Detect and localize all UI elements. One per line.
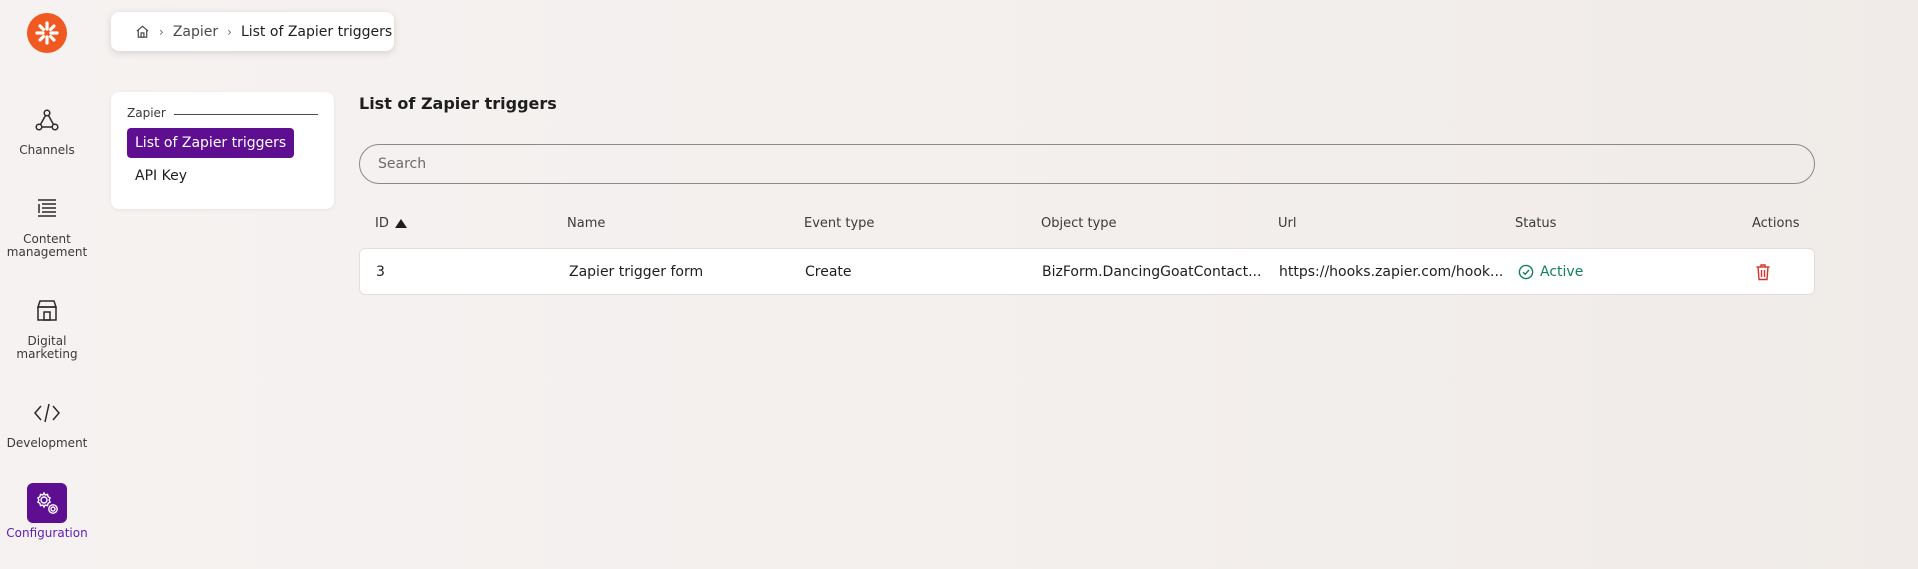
channels-icon (27, 100, 67, 140)
menu-item-zapier-triggers[interactable]: List of Zapier triggers (127, 128, 295, 158)
menu-group-label: Zapier (127, 106, 166, 120)
nav-item-label: Configuration (6, 526, 88, 540)
column-label: Status (1515, 216, 1557, 231)
breadcrumb-item[interactable]: Zapier (173, 24, 218, 40)
chevron-right-icon: › (227, 24, 232, 39)
column-label: Actions (1752, 216, 1800, 231)
main-nav-rail: Channels Content management Digital mark… (0, 0, 94, 569)
nav-item-label: Development (6, 436, 88, 450)
nav-item-label: Content management (6, 232, 88, 259)
nav-item-digital-marketing[interactable]: Digital marketing (0, 291, 94, 361)
breadcrumb-current: List of Zapier triggers (240, 23, 393, 40)
cell-url: https://hooks.zapier.com/hook... (1279, 264, 1504, 280)
app: Channels Content management Digital mark… (0, 0, 1918, 569)
cell-object-type: BizForm.DancingGoatContact... (1042, 264, 1262, 280)
cell-id: 3 (376, 264, 385, 280)
development-icon (27, 393, 67, 433)
column-header-object-type[interactable]: Object type (1041, 216, 1117, 231)
digital-marketing-icon (27, 291, 67, 331)
divider (173, 113, 318, 115)
nav-item-configuration[interactable]: Configuration (0, 483, 94, 540)
search-input[interactable] (359, 144, 1815, 184)
column-header-status[interactable]: Status (1515, 216, 1556, 231)
configuration-icon (27, 483, 67, 523)
status-badge: Active (1518, 264, 1583, 280)
column-label: ID (375, 216, 389, 231)
chevron-right-icon: › (159, 24, 164, 39)
cell-event-type: Create (805, 264, 852, 280)
table-row[interactable]: 3 Zapier trigger form Create BizForm.Dan… (359, 248, 1815, 295)
column-header-event-type[interactable]: Event type (804, 216, 874, 231)
column-label: Event type (804, 216, 875, 231)
page-title: List of Zapier triggers (359, 94, 557, 113)
status-label: Active (1540, 264, 1584, 280)
column-label: Object type (1041, 216, 1117, 231)
column-header-id[interactable]: ID (375, 216, 407, 231)
nav-item-development[interactable]: Development (0, 393, 94, 450)
column-header-url[interactable]: Url (1278, 216, 1296, 231)
column-label: Url (1278, 216, 1297, 231)
table-header: ID Name Event type Object type Url Statu… (359, 214, 1815, 234)
nav-item-content-management[interactable]: Content management (0, 189, 94, 259)
breadcrumb: › Zapier › List of Zapier triggers (111, 12, 394, 51)
column-label: Name (567, 216, 606, 231)
nav-item-channels[interactable]: Channels (0, 100, 94, 157)
cell-name: Zapier trigger form (569, 264, 704, 280)
sort-ascending-icon (394, 219, 407, 228)
delete-icon[interactable] (1755, 263, 1771, 285)
menu-group-title: Zapier (127, 106, 318, 120)
check-circle-icon (1518, 264, 1534, 280)
nav-item-label: Channels (19, 143, 75, 157)
secondary-menu: Zapier List of Zapier triggers API Key (111, 92, 334, 209)
content-management-icon (27, 189, 67, 229)
column-header-name[interactable]: Name (567, 216, 605, 231)
nav-item-label: Digital marketing (16, 334, 78, 361)
home-icon[interactable] (135, 24, 150, 39)
menu-item-api-key[interactable]: API Key (127, 164, 318, 188)
column-header-actions: Actions (1752, 216, 1800, 231)
logo-icon[interactable] (27, 13, 67, 53)
